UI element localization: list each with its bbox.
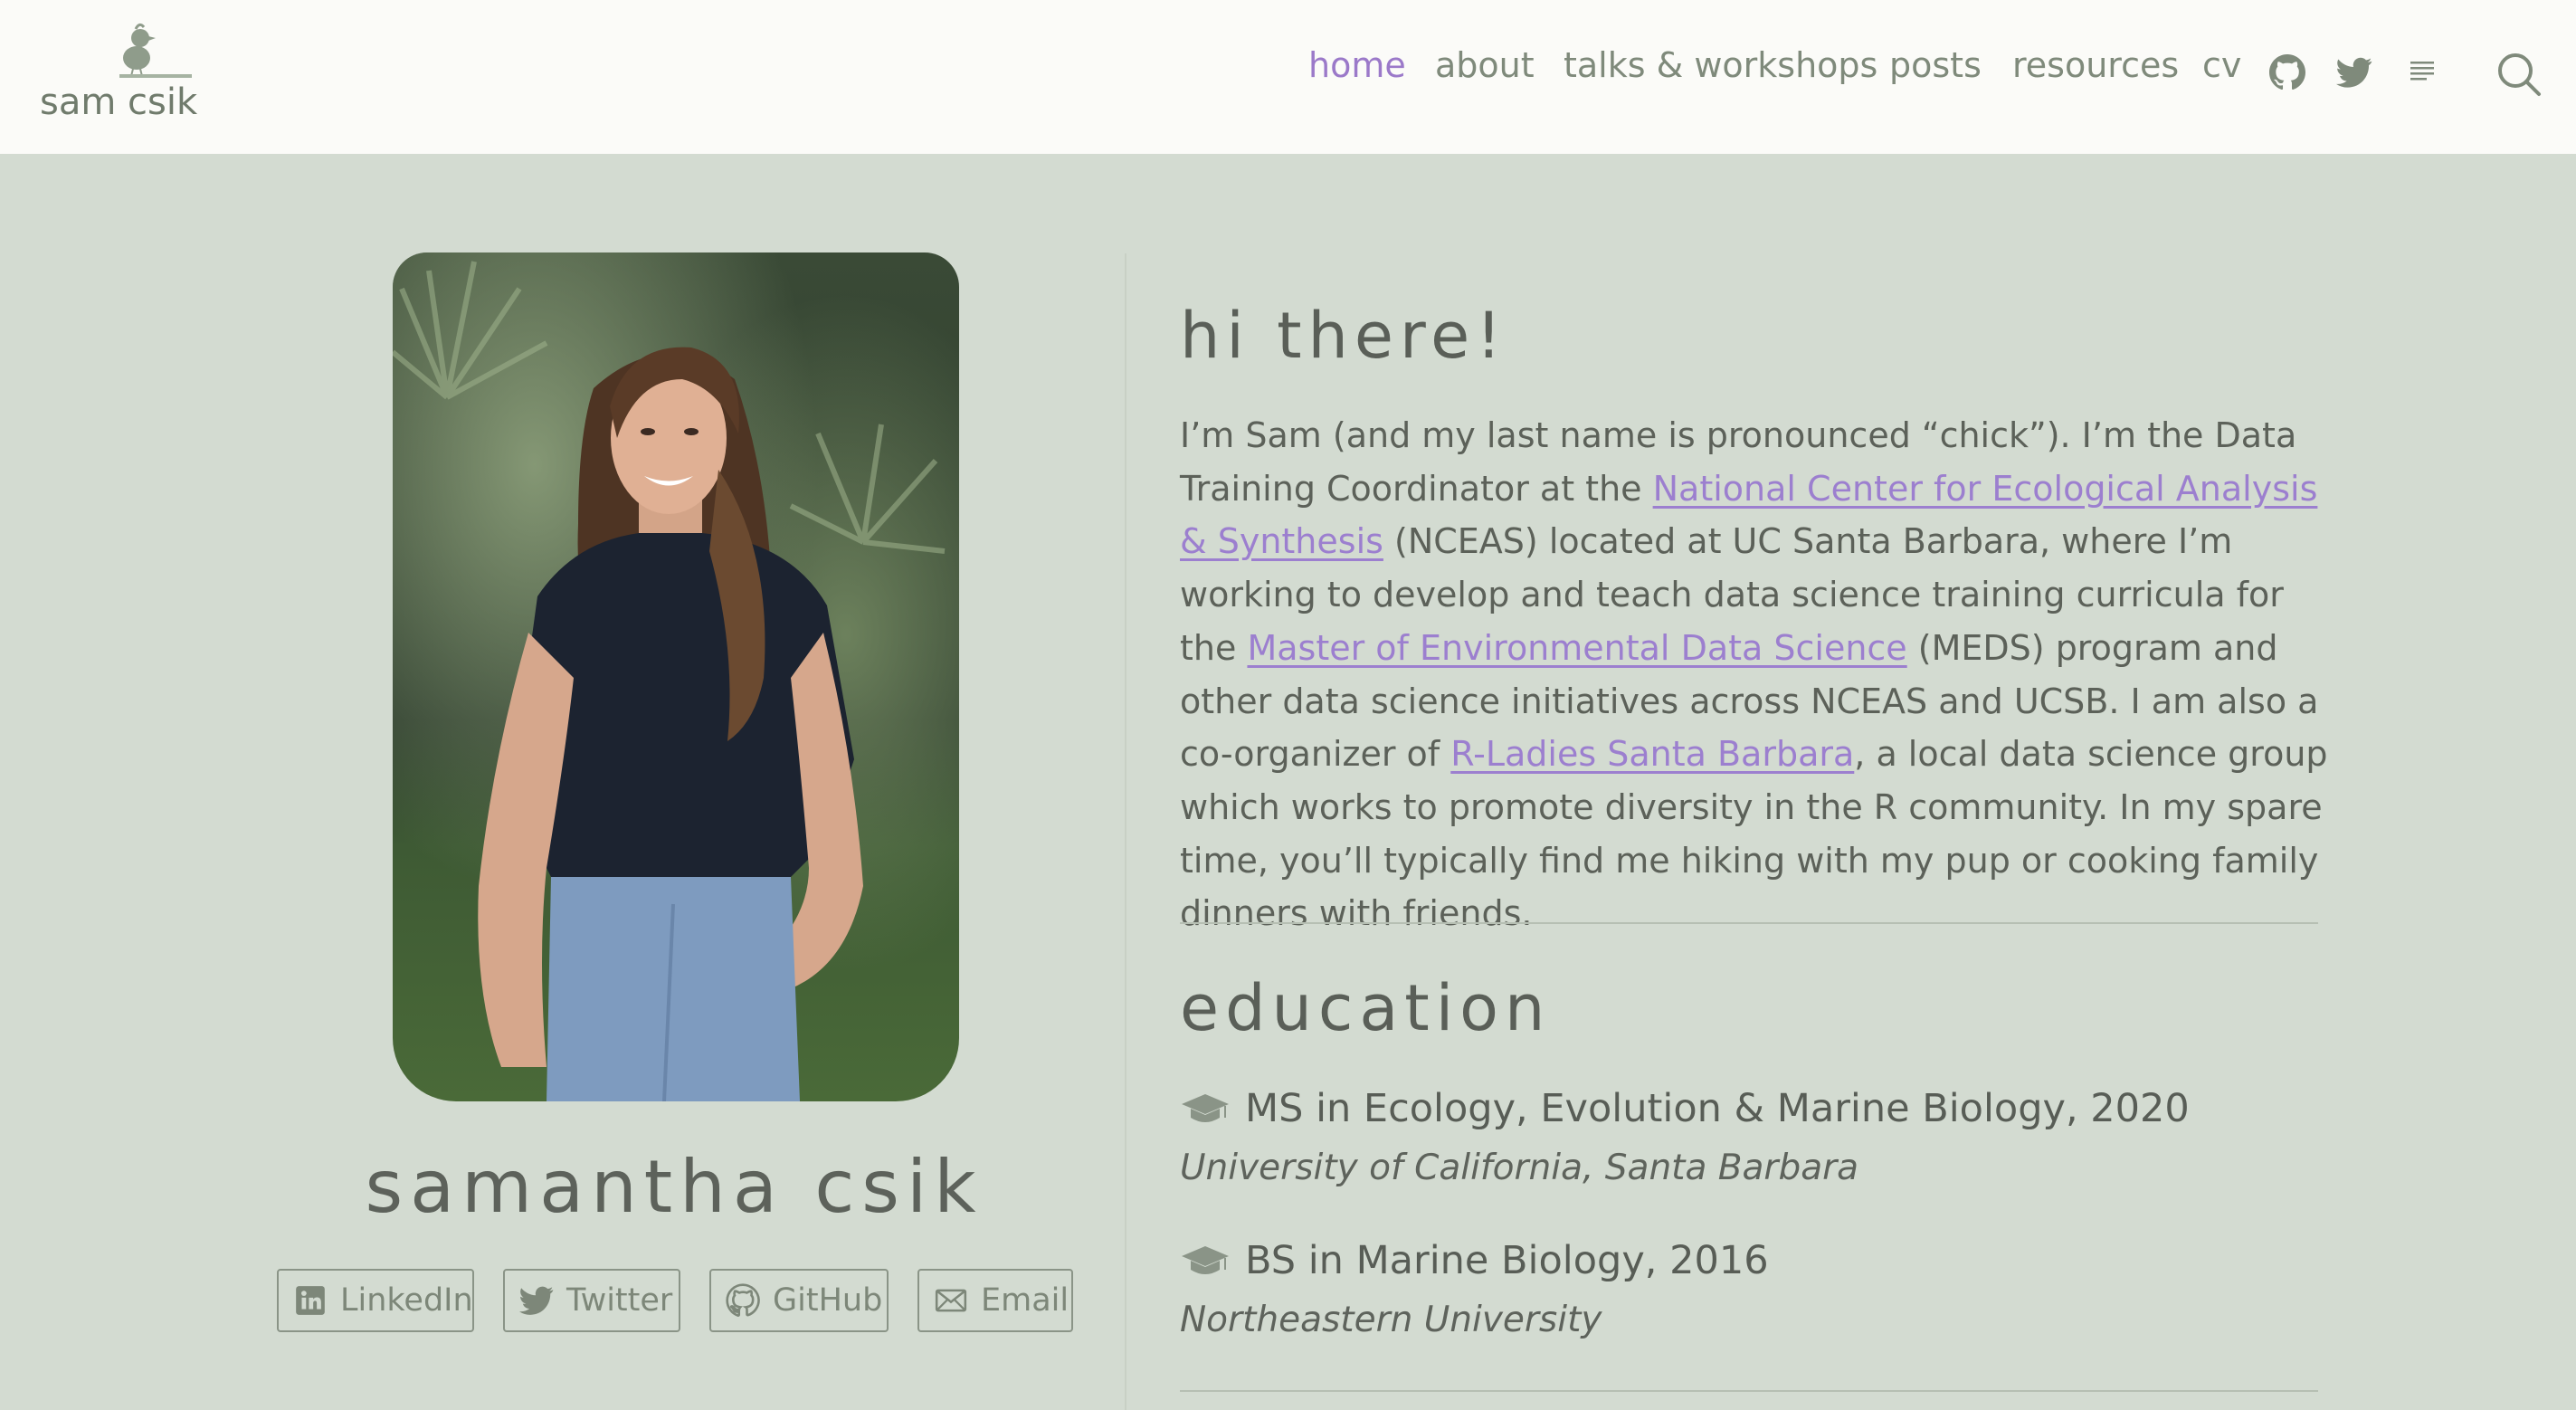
brand-underline (119, 74, 192, 78)
graduation-cap-icon (1182, 1246, 1229, 1274)
rss-lines-icon[interactable] (2409, 54, 2436, 91)
section-divider (1180, 922, 2318, 924)
school-name: University of California, Santa Barbara (1180, 1148, 1859, 1188)
linkedin-button[interactable]: LinkedIn (277, 1269, 474, 1332)
degree-title: BS in Marine Biology, 2016 (1245, 1238, 1769, 1283)
profile-photo (393, 252, 959, 1101)
linkedin-label: LinkedIn (340, 1282, 473, 1319)
envelope-icon (935, 1289, 967, 1312)
education-heading: education (1180, 971, 1552, 1045)
nav-posts[interactable]: posts (1889, 45, 1982, 85)
degree-title: MS in Ecology, Evolution & Marine Biolog… (1245, 1086, 2190, 1131)
nav-talks-workshops[interactable]: talks & workshops (1564, 45, 1877, 85)
meds-link[interactable]: Master of Environmental Data Science (1247, 628, 1906, 668)
profile-name: samantha csik (365, 1145, 984, 1229)
nav-cv[interactable]: cv (2202, 45, 2241, 85)
intro-heading: hi there! (1180, 299, 1508, 373)
chick-logo-icon (123, 23, 156, 77)
email-button[interactable]: Email (917, 1269, 1073, 1332)
nav-resources[interactable]: resources (2012, 45, 2179, 85)
column-divider (1125, 253, 1126, 1410)
linkedin-icon (296, 1286, 325, 1315)
school-name: Northeastern University (1180, 1300, 1602, 1340)
graduation-cap-icon (1182, 1094, 1229, 1122)
github-icon[interactable] (2269, 54, 2305, 91)
education-item: BS in Marine Biology, 2016 Northeastern … (1180, 1238, 2356, 1340)
nav-home[interactable]: home (1308, 45, 1406, 85)
section-divider (1180, 1390, 2318, 1392)
education-item: MS in Ecology, Evolution & Marine Biolog… (1180, 1086, 2356, 1188)
intro-paragraph: I’m Sam (and my last name is pronounced … (1180, 409, 2347, 940)
twitter-label: Twitter (566, 1282, 673, 1319)
twitter-icon (519, 1286, 554, 1315)
brand-name: sam csik (40, 81, 198, 123)
rladies-link[interactable]: R-Ladies Santa Barbara (1450, 734, 1854, 774)
github-label: GitHub (773, 1282, 883, 1319)
twitter-button[interactable]: Twitter (503, 1269, 680, 1332)
navbar: sam csik home about talks & workshops po… (0, 0, 2576, 154)
social-links: LinkedIn Twitter GitHub Email (277, 1269, 1073, 1338)
search-icon[interactable] (2495, 51, 2543, 98)
github-icon (726, 1283, 760, 1317)
github-button[interactable]: GitHub (709, 1269, 889, 1332)
twitter-icon[interactable] (2336, 54, 2372, 91)
nav-about[interactable]: about (1435, 45, 1535, 85)
email-label: Email (981, 1282, 1069, 1319)
brand-link[interactable]: sam csik (40, 18, 198, 127)
